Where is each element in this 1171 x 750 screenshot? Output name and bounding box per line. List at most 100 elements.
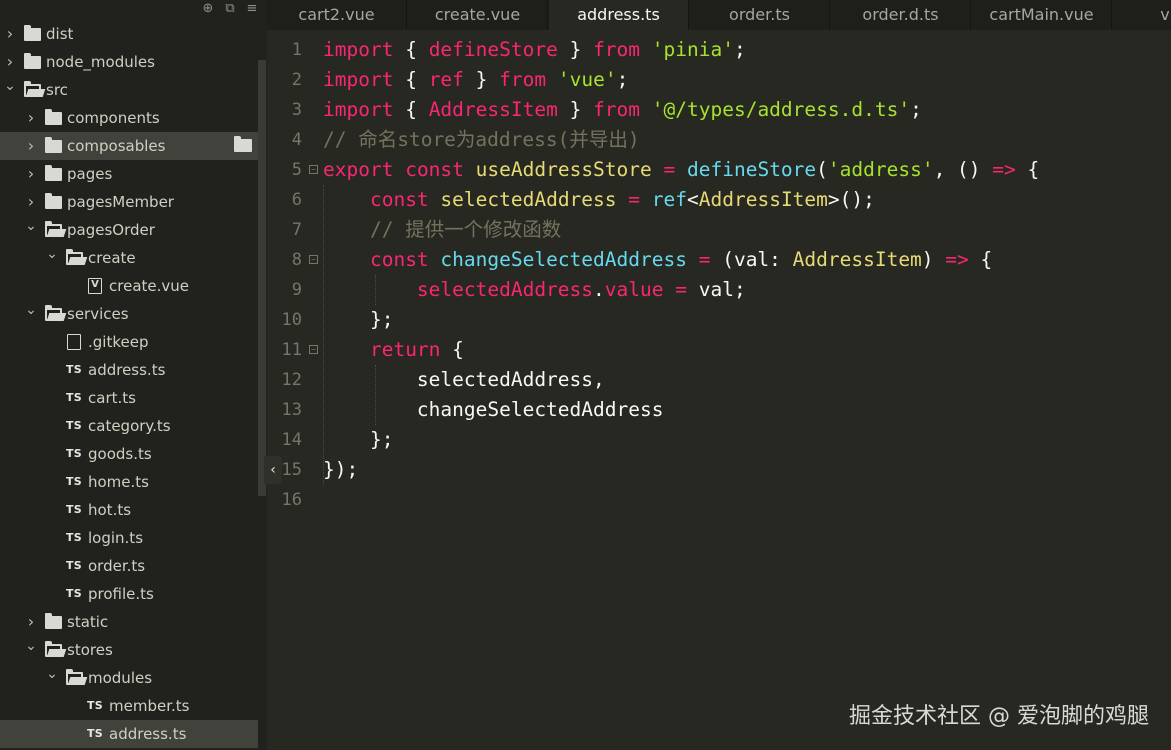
code-text: selectedAddress, [323,365,605,395]
line-number: 12 [281,370,302,390]
tree-item[interactable]: › pages [0,160,258,188]
editor-tab[interactable]: create.vue [408,0,548,30]
code-token: AddressItem [698,188,828,211]
tree-item[interactable]: TS home.ts [0,468,258,496]
folder-open-icon [64,244,84,272]
collapse-all-icon[interactable]: ⧉ [222,0,238,18]
folder-icon [43,160,63,188]
tree-item[interactable]: TS cart.ts [0,384,258,412]
code-text: // 命名store为address(并导出) [323,125,640,155]
line-number: 14 [281,430,302,450]
code-text: import { ref } from 'vue'; [323,65,628,95]
tree-item-label: static [67,613,109,631]
tree-item[interactable]: TS address.ts [0,356,258,384]
fold-toggle-icon[interactable]: − [309,165,318,174]
typescript-file-icon: TS [65,419,83,432]
chevron-right-icon[interactable]: › [25,188,37,216]
collapse-sidebar-handle[interactable]: ‹ [264,456,282,484]
sidebar-toolbar: ⊕ ⧉ ≡ [0,0,267,20]
folder-open-icon [64,664,84,692]
tree-item[interactable]: ⌄ modules [0,664,258,692]
tree-item[interactable]: TS login.ts [0,524,258,552]
code-token: ref [651,188,688,211]
fold-toggle-icon[interactable]: − [309,255,318,264]
locate-icon[interactable]: ⊕ [200,0,216,18]
code-token: , () [933,158,993,181]
chevron-right-icon[interactable]: › [25,132,37,160]
code-token: < [687,188,699,211]
tree-item-label: order.ts [88,557,146,575]
line-number: 3 [291,100,302,120]
line-number: 7 [291,220,302,240]
menu-icon[interactable]: ≡ [244,0,260,18]
code-token: = [663,158,676,181]
chevron-right-icon[interactable]: › [25,104,37,132]
typescript-file-icon: TS [86,727,104,740]
code-line: 11− return { [267,335,1171,365]
folder-icon [43,608,63,636]
sidebar-scrollbar[interactable] [258,60,266,496]
chevron-down-icon[interactable]: ⌄ [46,244,58,272]
code-line: 9 selectedAddress.value = val; [267,275,1171,305]
tree-item[interactable]: › node_modules [0,48,258,76]
code-token: ref [428,68,464,91]
chevron-right-icon[interactable]: › [4,20,16,48]
tree-item[interactable]: › static [0,608,258,636]
tree-item[interactable]: TS goods.ts [0,440,258,468]
code-line: 2 import { ref } from 'vue'; [267,65,1171,95]
tree-item-label: member.ts [109,697,190,715]
tree-item[interactable]: ⌄ src [0,76,258,104]
code-editor[interactable]: 1 import { defineStore } from 'pinia'; 2 im… [267,30,1171,750]
tree-item[interactable]: › pagesMember [0,188,258,216]
code-text: export const useAddressStore = defineSto… [323,155,1039,185]
tree-item[interactable]: Vcreate.vue [0,272,258,300]
tree-item[interactable]: TS profile.ts [0,580,258,608]
tree-item[interactable]: ⌄ services [0,300,258,328]
editor-tab[interactable]: order.d.ts [831,0,971,30]
tree-item[interactable]: TS hot.ts [0,496,258,524]
chevron-down-icon[interactable]: ⌄ [25,636,37,664]
chevron-down-icon[interactable]: ⌄ [25,216,37,244]
code-token: = [698,248,711,271]
code-token: ; [910,98,922,121]
code-token: { [440,338,464,361]
code-token: const [369,188,429,211]
tree-item[interactable]: ⌄ create [0,244,258,272]
tree-item[interactable]: ⌄ pagesOrder [0,216,258,244]
code-text: selectedAddress.value = val; [323,275,746,305]
chevron-right-icon[interactable]: › [25,160,37,188]
tree-item[interactable]: TS category.ts [0,412,258,440]
chevron-down-icon[interactable]: ⌄ [46,664,58,692]
tree-item[interactable]: .gitkeep [0,328,258,356]
tree-item-label: create [88,249,136,267]
tree-item[interactable]: TS member.ts [0,692,258,720]
tree-item-label: hot.ts [88,501,132,519]
folder-open-icon [43,300,63,328]
code-token: >(); [827,188,875,211]
tree-item-label: stores [67,641,113,659]
fold-toggle-icon[interactable]: − [309,345,318,354]
chevron-down-icon[interactable]: ⌄ [25,300,37,328]
code-token: AddressItem [428,98,558,121]
tree-item[interactable]: TS order.ts [0,552,258,580]
editor-tab[interactable]: vk-da [1113,0,1171,30]
chevron-right-icon[interactable]: › [4,48,16,76]
editor-tab[interactable]: address.ts [549,0,689,30]
editor-tab[interactable]: cart2.vue [267,0,407,30]
code-token: changeSelectedAddress [440,248,687,271]
tree-item[interactable]: › composables [0,132,258,160]
new-folder-icon[interactable] [234,136,252,152]
editor-tab[interactable]: order.ts [690,0,830,30]
chevron-right-icon[interactable]: › [25,608,37,636]
editor-tab[interactable]: cartMain.vue [972,0,1112,30]
chevron-down-icon[interactable]: ⌄ [4,76,16,104]
code-token: ; [733,38,746,61]
tree-item[interactable]: › dist [0,20,258,48]
tree-item[interactable]: › components [0,104,258,132]
line-number: 2 [291,70,302,90]
tree-item[interactable]: TS address.ts [0,720,258,748]
tree-item[interactable]: ⌄ stores [0,636,258,664]
tree-item-label: services [67,305,129,323]
code-line: 7 // 提供一个修改函数 [267,215,1171,245]
